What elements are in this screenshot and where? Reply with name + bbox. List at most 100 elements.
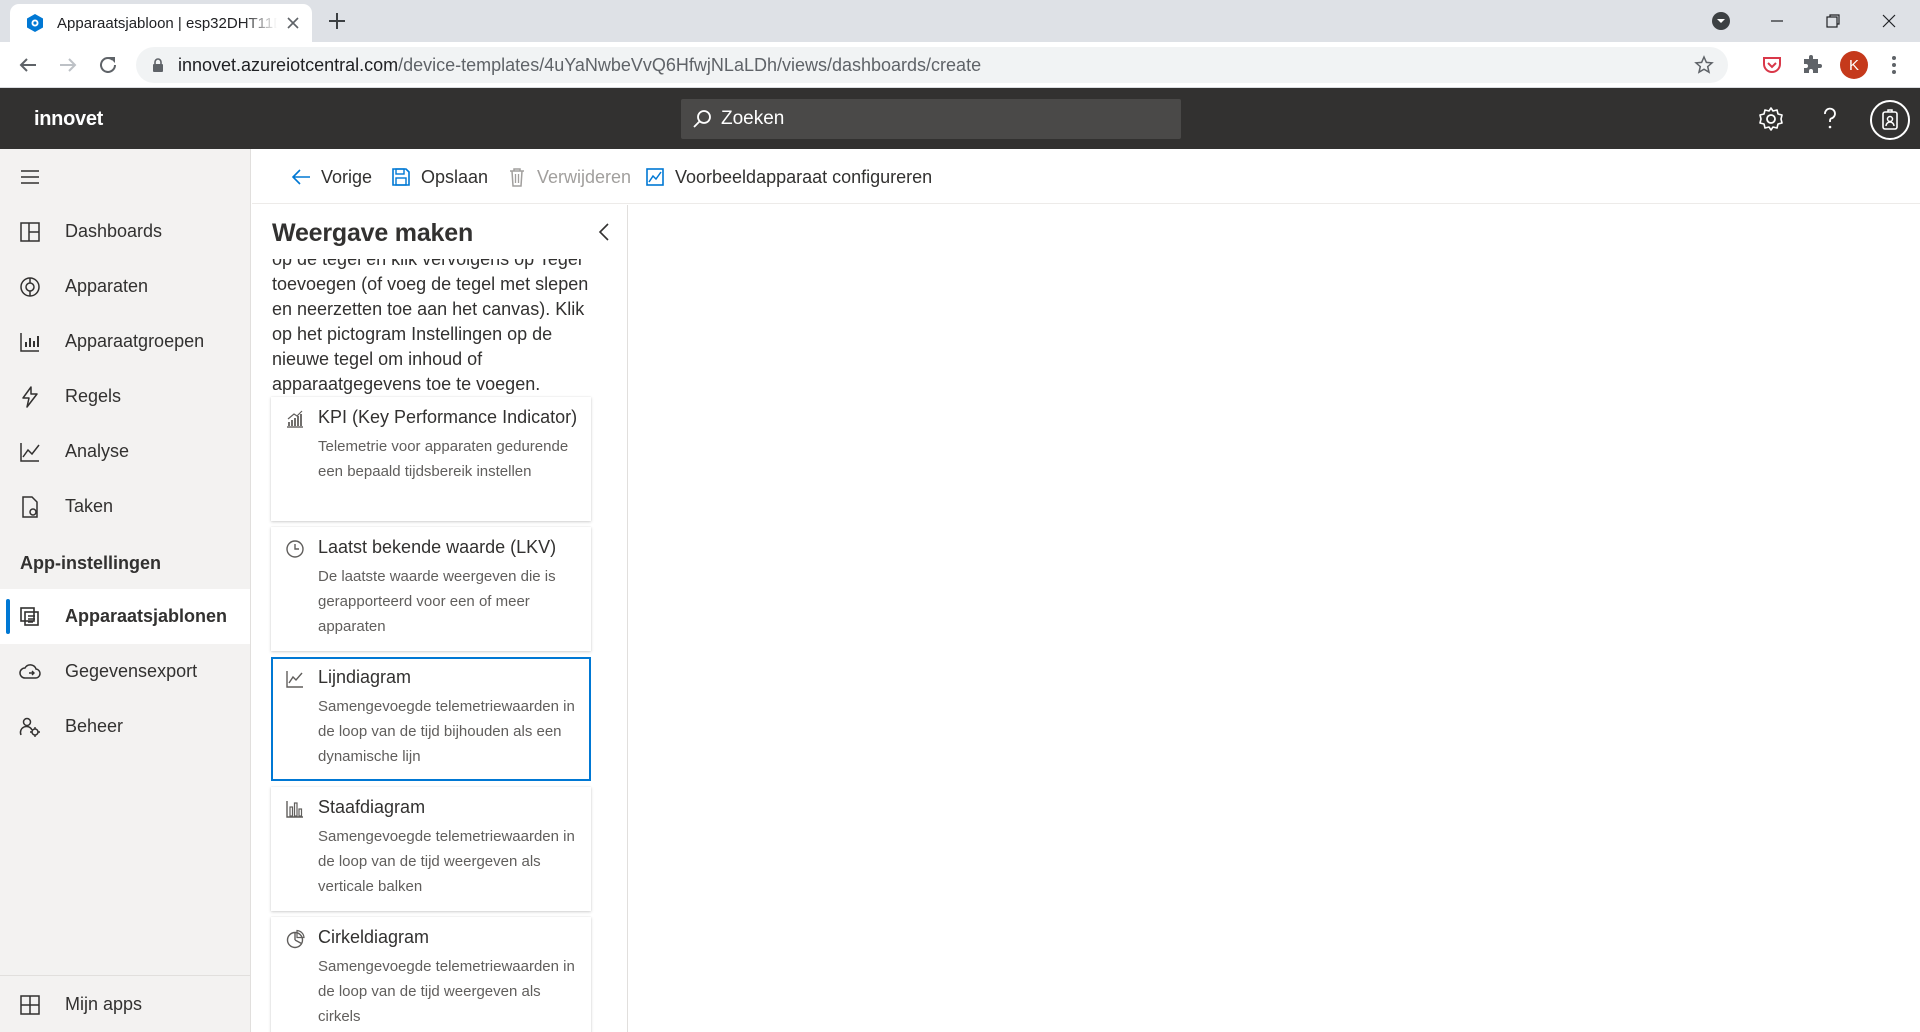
section-app-settings: App-instellingen: [20, 553, 161, 573]
tile-bar-chart[interactable]: Staafdiagram Samengevoegde telemetriewaa…: [271, 787, 591, 911]
save-label: Opslaan: [421, 166, 489, 187]
tab-close-icon[interactable]: [284, 14, 302, 32]
save-icon: [390, 166, 412, 188]
nav-item-apparaatsjablonen[interactable]: Apparaatsjablonen: [0, 589, 250, 644]
nav-label: Apparaatgroepen: [65, 331, 205, 351]
back-arrow-icon: [290, 166, 312, 188]
tile-description: Telemetrie voor apparaten gedurende een …: [318, 438, 569, 480]
pie-chart-icon: [285, 929, 305, 949]
browser-tab[interactable]: Apparaatsjabloon | esp32DHT11DeviceTempl…: [10, 4, 312, 42]
nav-item-gegevensexport[interactable]: Gegevensexport: [0, 644, 250, 699]
iot-central-favicon-icon: [25, 13, 45, 33]
analytics-icon: [18, 440, 42, 464]
app-header: innovet Zoeken: [0, 88, 1920, 149]
administration-icon: [18, 715, 42, 739]
nav-label: Analyse: [65, 441, 130, 461]
help-icon[interactable]: [1815, 104, 1845, 134]
tile-pie-chart[interactable]: Cirkeldiagram Samengevoegde telemetriewa…: [271, 917, 591, 1032]
tile-title: Laatst bekende waarde (LKV): [318, 537, 557, 557]
nav-label: Gegevensexport: [65, 661, 198, 681]
tile-description: De laatste waarde weergeven die is gerap…: [318, 568, 556, 635]
nav-label: Regels: [65, 386, 122, 406]
extensions-puzzle-icon[interactable]: [1800, 53, 1824, 77]
pocket-extension-icon[interactable]: [1760, 53, 1784, 77]
search-input[interactable]: Zoeken: [721, 108, 784, 130]
delete-label: Verwijderen: [537, 166, 632, 187]
tile-kpi[interactable]: KPI (Key Performance Indicator) Telemetr…: [271, 397, 591, 521]
bar-chart-icon: [285, 799, 305, 819]
command-bar: Vorige Opslaan Verwijderen Voorbeeldappa…: [252, 149, 1920, 204]
panel-title: Weergave maken: [272, 219, 474, 247]
address-bar[interactable]: innovet.azureiotcentral.com/device-templ…: [136, 47, 1728, 83]
minimize-icon[interactable]: [1754, 0, 1800, 42]
browser-toolbar: innovet.azureiotcentral.com/device-templ…: [0, 42, 1920, 88]
nav-divider: [0, 975, 250, 976]
back-label: Vorige: [321, 166, 373, 187]
search-box[interactable]: Zoeken: [681, 99, 1181, 139]
tile-title: KPI (Key Performance Indicator): [318, 407, 578, 427]
my-apps-icon: [18, 993, 42, 1017]
nav-label: Mijn apps: [65, 994, 143, 1014]
panel-description: op de tegel en klik vervolgens op Tegel …: [272, 259, 589, 394]
back-arrow-icon[interactable]: [16, 53, 40, 77]
url-text: innovet.azureiotcentral.com/device-templ…: [178, 55, 981, 76]
data-export-icon: [18, 660, 42, 684]
search-icon: [691, 108, 713, 130]
dashboard-icon: [18, 220, 42, 244]
rules-icon: [18, 385, 42, 409]
url-domain: innovet.azureiotcentral.com: [178, 54, 399, 75]
nav-item-dashboards[interactable]: Dashboards: [0, 204, 250, 259]
window-close-icon[interactable]: [1866, 0, 1912, 42]
nav-item-apparaatgroepen[interactable]: Apparaatgroepen: [0, 314, 250, 369]
profile-avatar[interactable]: K: [1840, 51, 1868, 79]
new-tab-icon[interactable]: [326, 10, 348, 32]
back-button[interactable]: Vorige: [290, 163, 372, 191]
dashboard-canvas[interactable]: [629, 205, 1920, 1032]
settings-gear-icon[interactable]: [1756, 104, 1786, 134]
tile-title: Staafdiagram: [318, 797, 426, 817]
tile-title: Cirkeldiagram: [318, 927, 430, 947]
nav-item-apparaten[interactable]: Apparaten: [0, 259, 250, 314]
tab-search-icon[interactable]: [1698, 0, 1744, 42]
left-navigation: Dashboards Apparaten Apparaatgroepen Reg…: [0, 149, 251, 1032]
save-button[interactable]: Opslaan: [390, 163, 488, 191]
device-groups-icon: [18, 330, 42, 354]
delete-button[interactable]: Verwijderen: [506, 163, 631, 191]
restore-icon[interactable]: [1810, 0, 1856, 42]
bookmark-star-icon[interactable]: [1694, 55, 1714, 75]
nav-label: Beheer: [65, 716, 124, 736]
nav-label: Dashboards: [65, 221, 163, 241]
tile-title: Lijndiagram: [318, 667, 412, 687]
tile-description: Samengevoegde telemetriewaarden in de lo…: [318, 828, 575, 895]
panel-scroll-area[interactable]: op de tegel en klik vervolgens op Tegel …: [252, 259, 627, 1032]
browser-menu-icon[interactable]: [1882, 53, 1906, 77]
configure-preview-device-button[interactable]: Voorbeeldapparaat configureren: [644, 163, 932, 191]
tile-last-known-value[interactable]: Laatst bekende waarde (LKV) De laatste w…: [271, 527, 591, 651]
nav-item-mijn-apps[interactable]: Mijn apps: [0, 977, 250, 1032]
kpi-icon: [285, 409, 305, 429]
devices-icon: [18, 275, 42, 299]
forward-arrow-icon[interactable]: [56, 53, 80, 77]
tile-description: Samengevoegde telemetriewaarden in de lo…: [318, 698, 575, 765]
tile-description: Samengevoegde telemetriewaarden in de lo…: [318, 958, 575, 1025]
nav-item-regels[interactable]: Regels: [0, 369, 250, 424]
trash-icon: [506, 166, 528, 188]
clock-icon: [285, 539, 305, 559]
nav-item-beheer[interactable]: Beheer: [0, 699, 250, 754]
reload-icon[interactable]: [96, 53, 120, 77]
chevron-left-icon[interactable]: [594, 221, 616, 243]
nav-label: Apparaatsjablonen: [65, 606, 228, 626]
create-view-panel: Weergave maken op de tegel en klik vervo…: [252, 205, 628, 1032]
hamburger-menu-icon[interactable]: [18, 165, 42, 189]
jobs-icon: [18, 495, 42, 519]
device-templates-icon: [18, 605, 42, 629]
nav-item-analyse[interactable]: Analyse: [0, 424, 250, 479]
browser-tab-title: Apparaatsjabloon | esp32DHT11DeviceTempl…: [57, 14, 277, 32]
tile-line-chart[interactable]: Lijndiagram Samengevoegde telemetriewaar…: [271, 657, 591, 781]
nav-label: Apparaten: [65, 276, 149, 296]
account-badge-icon[interactable]: [1870, 100, 1910, 140]
nav-item-taken[interactable]: Taken: [0, 479, 250, 534]
lock-icon[interactable]: [150, 57, 166, 73]
url-path: /device-templates/4uYaNwbeVvQ6HfwjNLaLDh…: [398, 54, 982, 75]
app-name[interactable]: innovet: [34, 108, 103, 131]
